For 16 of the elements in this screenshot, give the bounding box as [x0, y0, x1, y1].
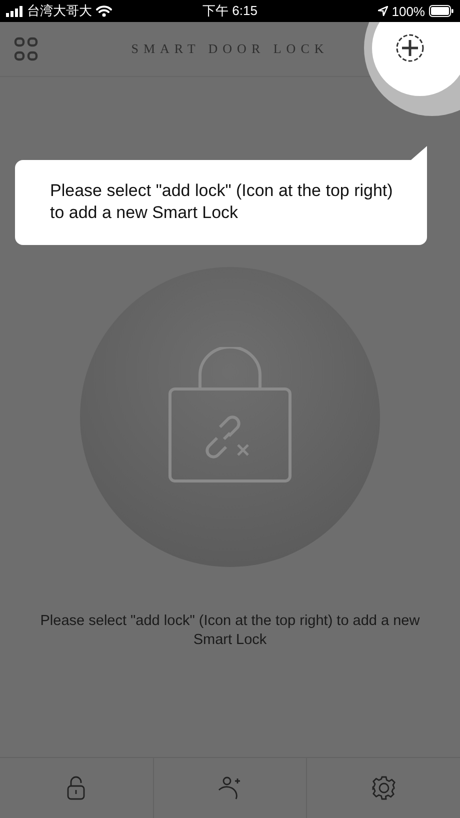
location-icon — [378, 6, 388, 16]
unlocked-padlock-icon[interactable] — [67, 776, 86, 800]
unlinked-lock-icon — [168, 347, 292, 483]
battery-percent: 100% — [392, 4, 425, 18]
wifi-icon — [96, 5, 112, 17]
status-time: 下午 6:15 — [202, 2, 258, 20]
add-icon[interactable] — [395, 33, 425, 63]
battery-icon — [428, 5, 454, 17]
instruction-text: Please select "add lock" (Icon at the top right) to add a new Smart Lock — [39, 612, 421, 650]
grid-menu-icon[interactable] — [14, 37, 38, 61]
carrier-name: 台湾大哥大 — [27, 2, 92, 20]
app-title: SMART DOOR LOCK — [130, 41, 330, 57]
settings-icon[interactable] — [372, 776, 396, 800]
signal-icon — [6, 6, 23, 16]
add-user-icon[interactable] — [218, 776, 242, 800]
tooltip-text: Please select "add lock" (Icon at the top right) to add a new Smart Lock — [50, 180, 394, 224]
